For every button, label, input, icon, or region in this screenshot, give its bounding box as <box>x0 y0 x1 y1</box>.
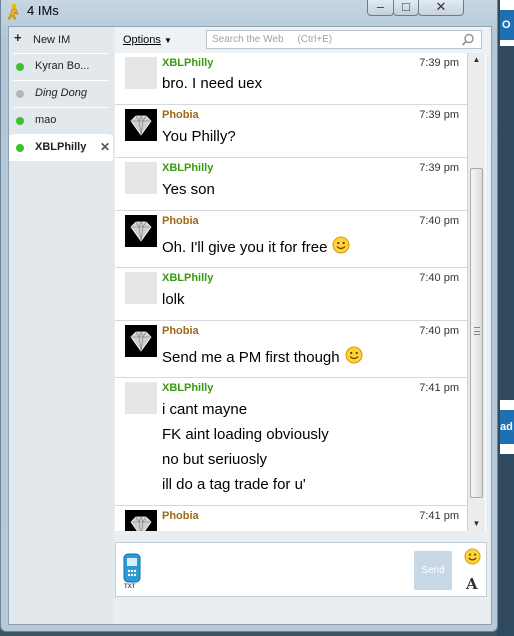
message-text: no but seriuosly <box>162 451 268 468</box>
grip-icon <box>474 327 480 335</box>
default-avatar <box>125 162 157 194</box>
tab-label: Ding Dong <box>35 87 87 99</box>
message-sender: XBLPhilly <box>162 162 214 174</box>
close-button[interactable]: ✕ <box>418 0 464 16</box>
search-icon[interactable] <box>461 33 475 47</box>
conversation-log: XBLPhilly 7:39 pm bro. I need uex Phobia… <box>115 53 486 531</box>
message-sender: XBLPhilly <box>162 382 214 394</box>
message-time: 7:41 pm <box>419 510 459 522</box>
default-avatar <box>125 57 157 89</box>
online-status-icon <box>16 144 24 152</box>
mobile-phone-icon[interactable] <box>122 553 142 583</box>
tab-label: Kyran Bo... <box>35 60 90 72</box>
minimize-button[interactable]: – <box>367 0 394 16</box>
message-text: Yes son <box>162 181 215 198</box>
message-compose-area[interactable]: TXT Send <box>115 542 487 597</box>
message-text: Send me a PM first though <box>162 349 340 366</box>
title-bar[interactable]: 4 IMs – □ ✕ <box>1 0 497 24</box>
message-text: bro. I need uex <box>162 75 263 92</box>
new-im-button[interactable]: + New IM <box>9 27 113 53</box>
message-sender: XBLPhilly <box>162 272 214 284</box>
online-status-icon <box>16 117 24 125</box>
message-item: Phobia 7:41 pm <box>115 506 467 531</box>
message-time: 7:40 pm <box>419 325 459 337</box>
chevron-down-icon: ▼ <box>163 36 172 45</box>
desktop-background <box>497 0 514 636</box>
message-line: Oh. I'll give you it for free <box>162 236 350 256</box>
message-text: Oh. I'll give you it for free <box>162 239 328 256</box>
close-icon: ✕ <box>435 0 447 14</box>
message-sender: Phobia <box>162 215 199 227</box>
message-time: 7:40 pm <box>419 272 459 284</box>
compose-tools: A <box>458 542 488 598</box>
message-sender: XBLPhilly <box>162 57 214 69</box>
tab-label: XBLPhilly <box>35 141 87 153</box>
tab-label: mao <box>35 114 57 126</box>
message-text: i cant mayne <box>162 401 248 418</box>
plus-icon: + <box>14 30 22 45</box>
aim-running-man-icon <box>7 3 19 20</box>
smiley-emoticon-icon <box>332 236 350 254</box>
message-sender: Phobia <box>162 510 199 522</box>
im-window: 4 IMs – □ ✕ + New IM Kyran Bo... Ding Do… <box>0 0 498 632</box>
conversation-toolbar: Options ▼ Search the Web (Ctrl+E) <box>115 27 491 53</box>
message-time: 7:40 pm <box>419 215 459 227</box>
message-item: XBLPhilly 7:40 pm lolk <box>115 268 467 321</box>
im-client-area: + New IM Kyran Bo... Ding Dong mao XBLPh <box>8 26 492 625</box>
message-time: 7:41 pm <box>419 382 459 394</box>
conversation-scrollbar[interactable]: ▲ ▼ <box>467 53 485 531</box>
background-window-label-2: ad <box>500 410 514 444</box>
emoticon-picker-icon[interactable] <box>464 548 481 565</box>
tab-xblphilly[interactable]: XBLPhilly ✕ <box>9 135 113 161</box>
message-time: 7:39 pm <box>419 162 459 174</box>
away-status-icon <box>16 90 24 98</box>
search-placeholder: Search the Web (Ctrl+E) <box>212 34 333 45</box>
maximize-icon: □ <box>402 0 410 14</box>
options-menu[interactable]: Options ▼ <box>123 34 172 46</box>
scroll-up-arrow-icon[interactable]: ▲ <box>468 53 485 67</box>
background-window-label: O <box>500 10 514 40</box>
options-label: Options <box>123 34 161 46</box>
window-title: 4 IMs <box>27 3 59 18</box>
message-item: XBLPhilly 7:41 pm i cant mayne FK aint l… <box>115 378 467 506</box>
message-item: XBLPhilly 7:39 pm Yes son <box>115 158 467 211</box>
message-text: ill do a tag trade for u' <box>162 476 306 493</box>
close-tab-icon[interactable]: ✕ <box>100 140 110 154</box>
message-item: Phobia 7:40 pm Oh. I'll give you it for … <box>115 211 467 268</box>
diamond-avatar <box>125 510 157 531</box>
minimize-icon: – <box>376 0 385 14</box>
message-text: lolk <box>162 291 185 308</box>
diamond-avatar <box>125 215 157 247</box>
message-text: FK aint loading obviously <box>162 426 329 443</box>
tab-kyran[interactable]: Kyran Bo... <box>9 54 113 80</box>
scrollbar-thumb[interactable] <box>470 168 483 498</box>
diamond-avatar <box>125 109 157 141</box>
message-item: Phobia 7:39 pm You Philly? <box>115 105 467 158</box>
tab-ding-dong[interactable]: Ding Dong <box>9 81 113 107</box>
conversation-tabs-sidebar: + New IM Kyran Bo... Ding Dong mao XBLPh <box>9 27 114 624</box>
message-sender: Phobia <box>162 325 199 337</box>
diamond-avatar <box>125 325 157 357</box>
default-avatar <box>125 382 157 414</box>
message-time: 7:39 pm <box>419 109 459 121</box>
send-button[interactable]: Send <box>414 551 452 590</box>
new-im-label: New IM <box>33 34 71 46</box>
message-item: Phobia 7:40 pm Send me a PM first though <box>115 321 467 378</box>
scroll-down-arrow-icon[interactable]: ▼ <box>468 517 485 531</box>
font-format-button[interactable]: A <box>466 575 478 593</box>
maximize-button[interactable]: □ <box>393 0 419 16</box>
smiley-emoticon-icon <box>345 346 363 364</box>
online-status-icon <box>16 63 24 71</box>
message-text: You Philly? <box>162 128 236 145</box>
message-time: 7:39 pm <box>419 57 459 69</box>
message-sender: Phobia <box>162 109 199 121</box>
message-item: XBLPhilly 7:39 pm bro. I need uex <box>115 53 467 105</box>
web-search-input[interactable]: Search the Web (Ctrl+E) <box>206 30 482 49</box>
txt-label: TXT <box>124 584 136 590</box>
message-line: Send me a PM first though <box>162 346 363 366</box>
tab-mao[interactable]: mao <box>9 108 113 134</box>
default-avatar <box>125 272 157 304</box>
